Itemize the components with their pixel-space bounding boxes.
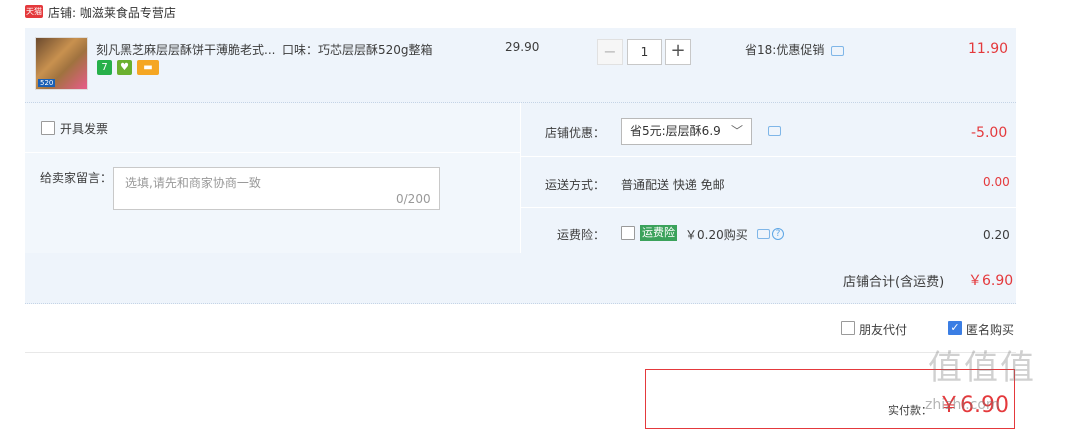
heart-badge-icon: ♥ — [117, 60, 132, 75]
shipping-label: 运送方式： — [545, 178, 606, 192]
divider — [520, 207, 1016, 208]
thumbnail-tag: 520 — [38, 79, 56, 87]
card-payment-icon: ▬ — [137, 60, 159, 75]
shop-total-value: ￥6.90 — [968, 273, 1014, 289]
shop-coupon-value: -5.00 — [971, 125, 1008, 141]
product-spec: 口味：巧芯层层酥520g整箱 — [282, 43, 433, 57]
message-icon[interactable] — [757, 229, 770, 239]
memo-char-count: 0/200 — [396, 192, 431, 206]
help-icon[interactable]: ? — [772, 228, 784, 240]
memo-label: 给卖家留言： — [40, 171, 113, 185]
divider — [25, 152, 520, 153]
shipping-value: 0.00 — [983, 175, 1010, 189]
unit-price: 29.90 — [505, 40, 540, 54]
chevron-down-icon[interactable]: ﹀ — [731, 122, 743, 139]
invoice-checkbox[interactable] — [41, 121, 55, 135]
divider — [25, 352, 1016, 353]
quantity-increase-button[interactable]: + — [665, 39, 691, 65]
shipping-method: 普通配送 快递 免邮 — [621, 178, 725, 192]
quantity-decrease-button[interactable]: − — [597, 39, 623, 65]
freight-insurance-badge: 运费险 — [640, 225, 677, 241]
friend-pay-label[interactable]: 朋友代付 — [859, 321, 907, 338]
friend-pay-checkbox[interactable] — [841, 321, 855, 335]
message-icon[interactable] — [831, 46, 844, 56]
quantity-input[interactable]: 1 — [627, 39, 662, 65]
shop-total-label: 店铺合计(含运费) — [843, 275, 945, 290]
item-subtotal: 11.90 — [968, 41, 1009, 57]
shop-name[interactable]: 店铺: 咖滋莱食品专营店 — [48, 4, 176, 21]
product-title[interactable]: 刻凡黑芝麻层层酥饼干薄脆老式... — [96, 41, 275, 58]
anonymous-purchase-checkbox[interactable]: ✓ — [948, 321, 962, 335]
watermark: 值值值 — [928, 348, 1036, 388]
invoice-label[interactable]: 开具发票 — [60, 120, 108, 137]
memo-placeholder: 选填,请先和商家协商一致 — [125, 176, 261, 190]
tmall-badge: 天猫 — [25, 5, 43, 18]
watermark-url: zhizhi.com — [925, 397, 1000, 413]
anonymous-purchase-label[interactable]: 匿名购买 — [966, 321, 1014, 338]
divider — [520, 156, 1016, 157]
divider — [520, 103, 521, 253]
promotion-text: 省18:优惠促销 — [745, 43, 825, 57]
freight-insurance-price: ￥0.20购买 — [685, 228, 748, 242]
freight-insurance-label: 运费险： — [557, 228, 606, 242]
product-thumbnail[interactable]: 520 — [35, 37, 88, 90]
message-icon[interactable] — [768, 126, 781, 136]
freight-insurance-checkbox[interactable] — [621, 226, 635, 240]
seven-day-return-icon: 7 — [97, 60, 112, 75]
freight-insurance-value: 0.20 — [983, 228, 1010, 242]
shop-coupon-label: 店铺优惠： — [545, 126, 606, 140]
